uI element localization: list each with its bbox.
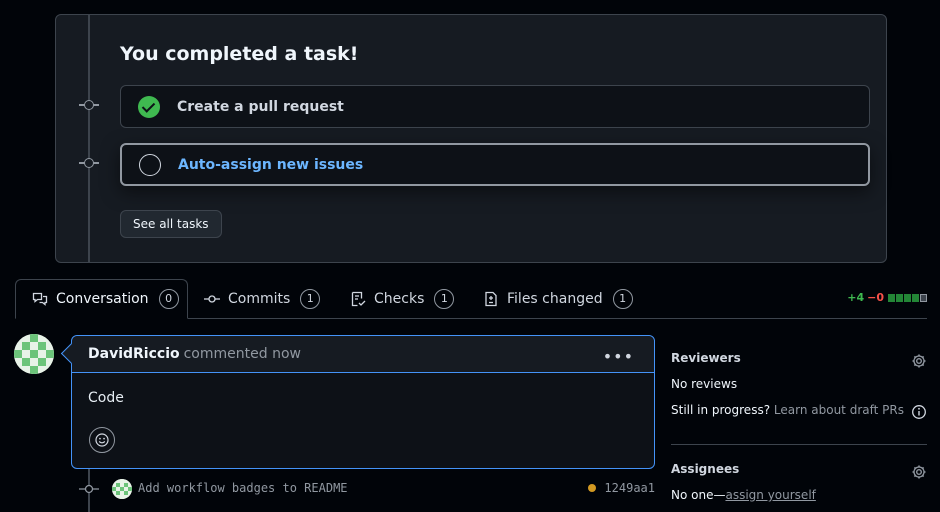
tab-commits[interactable]: Commits 1 <box>204 279 321 319</box>
git-commit-icon <box>79 484 99 494</box>
tab-label: Commits <box>228 291 291 307</box>
git-commit-icon <box>204 295 220 303</box>
assignees-header[interactable]: Assignees <box>671 462 927 482</box>
tab-label: Checks <box>374 291 425 307</box>
task-item-create-pull-request[interactable]: Create a pull request <box>120 85 870 128</box>
checklist-icon <box>351 291 366 307</box>
check-circle-icon <box>138 95 160 118</box>
reviewers-title: Reviewers <box>671 351 741 365</box>
sidebar-divider <box>671 444 927 445</box>
comment-header: DavidRiccio commented now ••• <box>72 336 654 373</box>
task-item-auto-assign[interactable]: Auto-assign new issues <box>120 143 870 186</box>
avatar[interactable] <box>14 334 54 374</box>
tab-counter: 0 <box>158 289 179 309</box>
draft-pr-hint: Still in progress? Learn about draft PRs <box>671 403 927 421</box>
timeline-node-icon <box>79 158 99 168</box>
comment-box: DavidRiccio commented now ••• Code <box>71 335 655 469</box>
pr-tabs: Conversation 0 Commits 1 Checks 1 Files … <box>0 279 940 319</box>
commit-sha-link[interactable]: 1249aa1 <box>604 481 655 495</box>
commit-message-link[interactable]: Add workflow badges to README <box>138 481 348 495</box>
reviewers-header[interactable]: Reviewers <box>671 351 927 371</box>
info-icon[interactable] <box>911 404 927 420</box>
see-all-tasks-button[interactable]: See all tasks <box>120 210 222 238</box>
comment-discussion-icon <box>32 292 48 306</box>
commit-sha[interactable]: 1249aa1 <box>588 481 655 495</box>
assignees-value: No one—assign yourself <box>671 488 927 502</box>
draft-pr-link[interactable]: Learn about draft PRs <box>774 403 904 417</box>
diffstat-additions: +4 <box>847 291 865 304</box>
draft-pr-prefix: Still in progress? <box>671 403 771 417</box>
diffstat-deletions: −0 <box>867 291 884 304</box>
diffstat-block-added <box>896 293 903 302</box>
diffstat-block-added <box>904 293 911 302</box>
commit-avatar[interactable] <box>112 479 132 499</box>
tab-conversation[interactable]: Conversation 0 <box>15 279 188 319</box>
assignees-none: No one— <box>671 488 726 502</box>
tab-checks[interactable]: Checks 1 <box>350 279 455 319</box>
diffstat-blocks <box>888 293 927 302</box>
identicon-icon <box>112 479 132 499</box>
task-timeline-rail <box>88 15 90 262</box>
diffstat[interactable]: +4 −0 <box>847 291 927 304</box>
gear-icon[interactable] <box>911 464 927 480</box>
comment-body: Code <box>88 390 124 406</box>
tab-files-changed[interactable]: Files changed 1 <box>483 279 633 319</box>
task-item-label: Create a pull request <box>177 98 344 115</box>
pending-status-dot-icon[interactable] <box>588 484 597 492</box>
comment-timestamp[interactable]: commented now <box>184 346 301 362</box>
diffstat-block-added <box>912 293 919 302</box>
tab-counter: 1 <box>612 289 633 309</box>
tab-label: Files changed <box>507 291 603 307</box>
identicon-icon <box>14 334 54 374</box>
comment-author-link[interactable]: DavidRiccio <box>88 346 180 362</box>
task-card-title: You completed a task! <box>120 43 359 65</box>
timeline-node-icon <box>79 100 99 110</box>
tab-label: Conversation <box>56 291 149 307</box>
reviewers-value: No reviews <box>671 377 738 391</box>
tab-counter: 1 <box>300 289 321 309</box>
gear-icon[interactable] <box>911 353 927 369</box>
diffstat-block-added <box>888 293 895 302</box>
diffstat-block-neutral <box>920 293 927 302</box>
kebab-horizontal-icon[interactable]: ••• <box>603 347 634 366</box>
assign-yourself-link[interactable]: assign yourself <box>725 488 815 502</box>
file-diff-icon <box>485 291 497 307</box>
task-item-label[interactable]: Auto-assign new issues <box>178 157 363 173</box>
smiley-icon[interactable] <box>89 427 115 453</box>
tab-counter: 1 <box>434 289 455 309</box>
assignees-title: Assignees <box>671 462 740 476</box>
circle-icon <box>139 153 161 176</box>
